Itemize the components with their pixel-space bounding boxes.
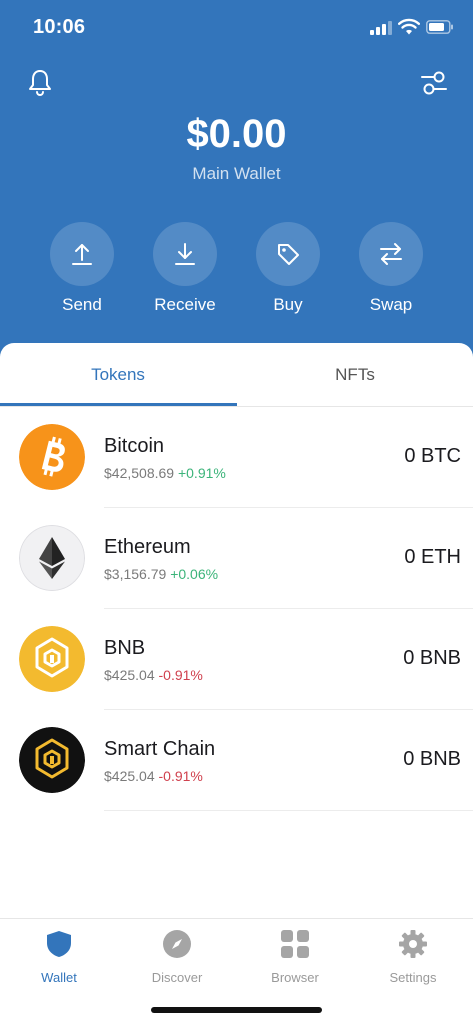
send-circle[interactable] — [50, 222, 114, 286]
token-change: -0.91% — [158, 768, 203, 784]
wifi-icon — [398, 18, 420, 35]
receive-label: Receive — [154, 295, 216, 314]
bottom-nav-divider — [0, 918, 473, 919]
token-row-bitcoin[interactable]: Bitcoin $42,508.69 +0.91% 0 BTC — [0, 407, 473, 508]
token-price: $425.04 — [104, 667, 155, 683]
status-bar: 10:06 — [0, 0, 473, 56]
gear-icon — [399, 930, 427, 958]
token-change: -0.91% — [158, 667, 203, 683]
wallet-header: 10:06 $0.00 Main Wallet Send Receive Buy… — [0, 0, 473, 360]
token-row-bnb[interactable]: BNB $425.04 -0.91% 0 BNB — [0, 609, 473, 710]
token-change: +0.91% — [177, 465, 226, 481]
token-price: $425.04 — [104, 768, 155, 784]
nav-wallet[interactable]: Wallet — [0, 929, 118, 985]
nav-browser[interactable]: Browser — [236, 929, 354, 985]
home-indicator[interactable] — [151, 1007, 322, 1013]
bnb-logo-icon — [19, 626, 85, 692]
smart-chain-logo-icon — [19, 727, 85, 793]
token-amount: 0 BNB — [403, 748, 461, 770]
nav-wallet-label: Wallet — [41, 970, 77, 985]
tab-nfts[interactable]: NFTs — [237, 365, 473, 385]
tab-tokens[interactable]: Tokens — [0, 365, 236, 385]
token-amount: 0 ETH — [404, 546, 461, 568]
nav-settings[interactable]: Settings — [354, 929, 472, 985]
token-name: BNB — [104, 637, 146, 659]
token-price-line: $3,156.79 +0.06% — [104, 566, 218, 582]
swap-arrows-icon — [380, 243, 402, 265]
arrow-up-icon — [72, 244, 92, 265]
arrow-down-icon — [175, 243, 195, 265]
swap-button[interactable]: Swap — [346, 222, 436, 315]
row-divider — [104, 810, 473, 811]
wallet-name[interactable]: Main Wallet — [0, 164, 473, 184]
send-label: Send — [62, 295, 102, 314]
token-price-line: $42,508.69 +0.91% — [104, 465, 226, 481]
ethereum-logo-icon — [19, 525, 85, 591]
grid-icon — [281, 930, 309, 958]
token-price-line: $425.04 -0.91% — [104, 667, 203, 683]
signal-icon — [370, 21, 392, 35]
nav-discover-label: Discover — [151, 970, 203, 985]
token-price-line: $425.04 -0.91% — [104, 768, 203, 784]
buy-circle[interactable] — [256, 222, 320, 286]
filter-settings-icon[interactable] — [420, 68, 448, 98]
nav-settings-label: Settings — [389, 970, 437, 985]
buy-button[interactable]: Buy — [243, 222, 333, 315]
swap-circle[interactable] — [359, 222, 423, 286]
shield-icon — [47, 931, 71, 957]
token-change: +0.06% — [170, 566, 219, 582]
buy-label: Buy — [273, 295, 303, 314]
battery-icon — [426, 20, 453, 34]
token-name: Bitcoin — [104, 435, 165, 457]
token-price: $3,156.79 — [104, 566, 167, 582]
bitcoin-logo-icon — [19, 424, 85, 490]
nav-browser-label: Browser — [271, 970, 319, 985]
token-sheet: Tokens NFTs Bitcoin $42,508.69 +0.91% 0 … — [0, 343, 473, 1024]
wallet-balance: $0.00 — [186, 112, 287, 156]
receive-button[interactable]: Receive — [140, 222, 230, 315]
receive-circle[interactable] — [153, 222, 217, 286]
token-name: Ethereum — [104, 536, 191, 558]
token-name: Smart Chain — [104, 738, 216, 760]
token-amount: 0 BNB — [403, 647, 461, 669]
token-row-ethereum[interactable]: Ethereum $3,156.79 +0.06% 0 ETH — [0, 508, 473, 609]
token-row-smart-chain[interactable]: Smart Chain $425.04 -0.91% 0 BNB — [0, 710, 473, 811]
swap-label: Swap — [369, 295, 413, 314]
compass-icon — [163, 930, 191, 958]
token-price: $42,508.69 — [104, 465, 175, 481]
status-time: 10:06 — [33, 16, 86, 38]
bell-icon[interactable] — [27, 68, 53, 96]
nav-discover[interactable]: Discover — [118, 929, 236, 985]
tag-icon — [278, 244, 299, 265]
token-amount: 0 BTC — [404, 445, 461, 467]
send-button[interactable]: Send — [37, 222, 127, 315]
